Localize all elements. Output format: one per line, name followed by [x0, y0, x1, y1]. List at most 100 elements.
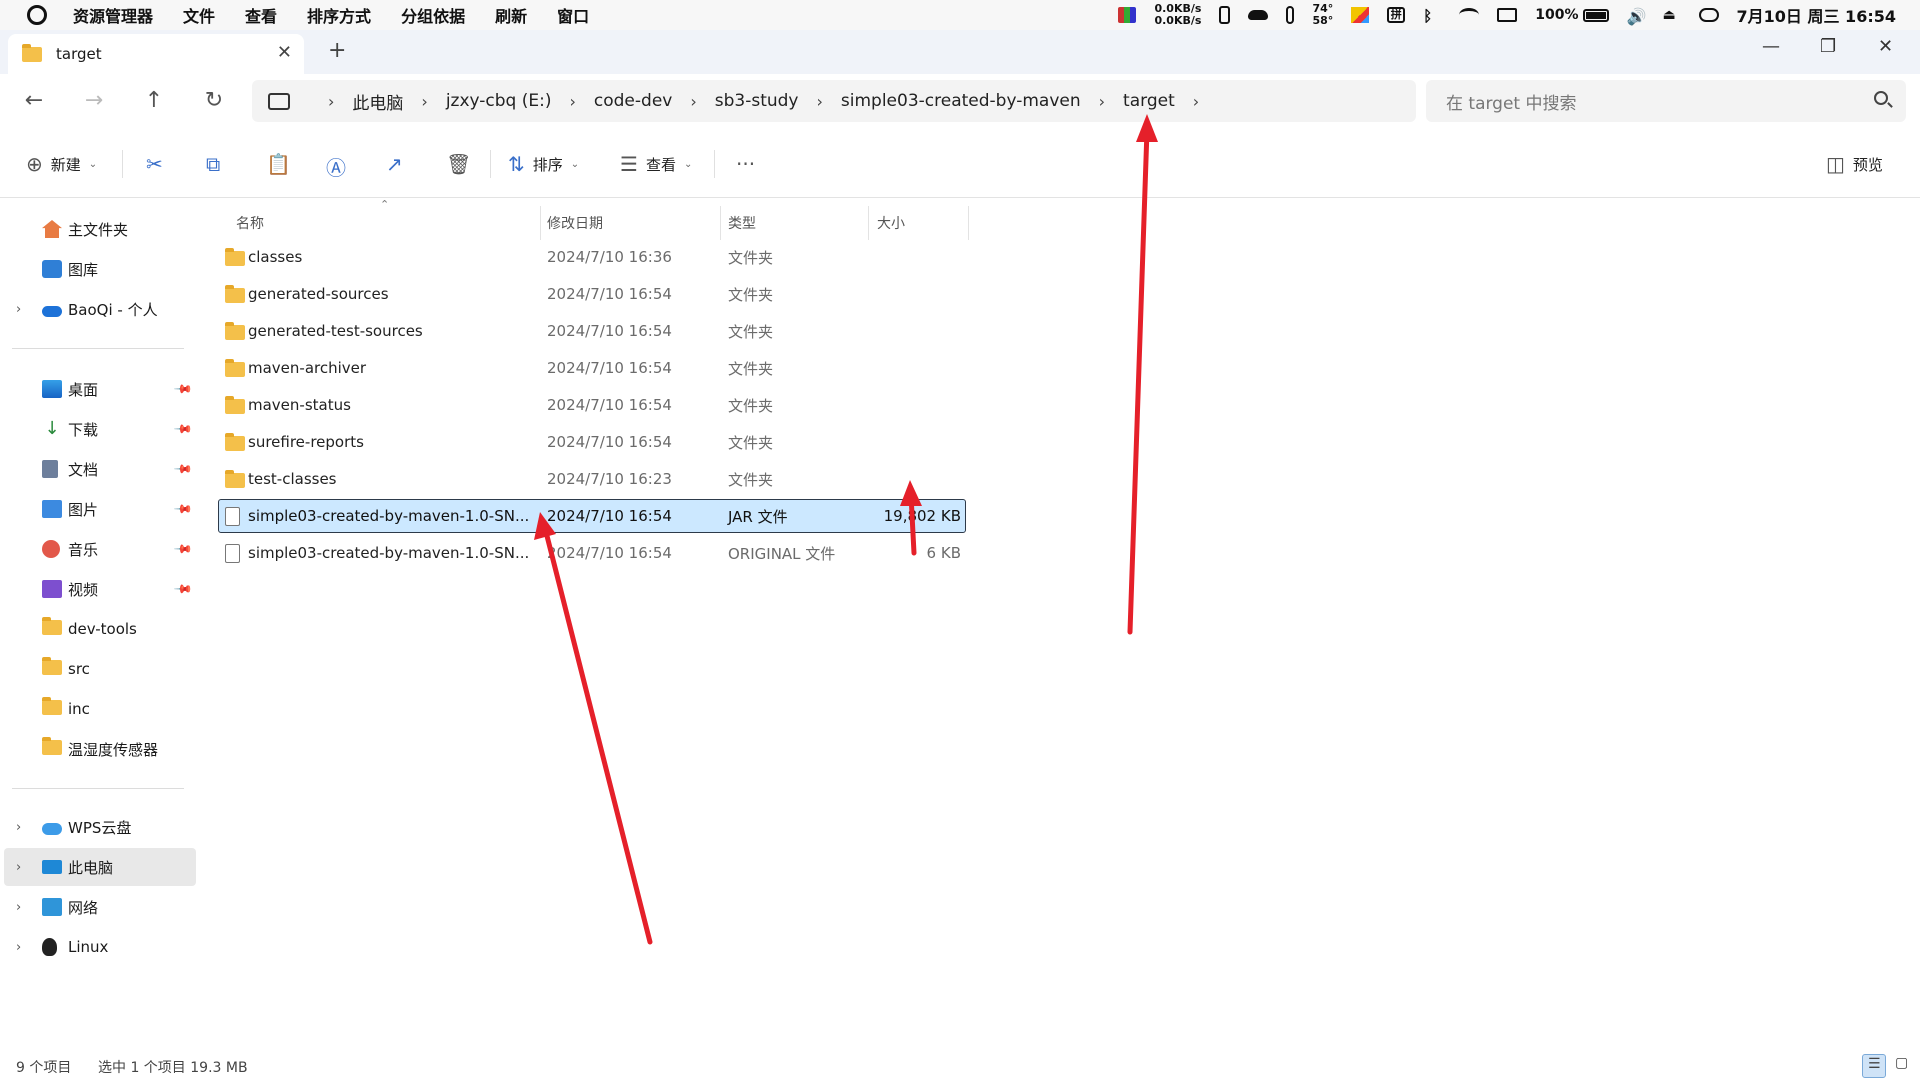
- preview-pane-button[interactable]: ◫ 预览: [1826, 152, 1883, 176]
- list-item-folder[interactable]: test-classes 2024/7/10 16:23 文件夹: [218, 462, 990, 496]
- sidebar-item-dev-tools[interactable]: dev-tools: [0, 610, 196, 648]
- breadcrumb-code-dev[interactable]: code-dev: [594, 91, 672, 111]
- sidebar-item-videos[interactable]: 视频 📌: [0, 570, 196, 608]
- sidebar-item-pictures[interactable]: 图片 📌: [0, 490, 196, 528]
- column-resize-handle[interactable]: [540, 206, 541, 240]
- tab-target[interactable]: target ✕: [8, 34, 304, 74]
- sidebar-item-home[interactable]: 主文件夹: [0, 210, 196, 248]
- list-item-folder[interactable]: maven-archiver 2024/7/10 16:54 文件夹: [218, 351, 990, 385]
- paste-button[interactable]: 📋: [266, 152, 291, 176]
- sidebar-item-music[interactable]: 音乐 📌: [0, 530, 196, 568]
- menu-file[interactable]: 文件: [183, 3, 215, 27]
- pin-icon[interactable]: 📌: [173, 539, 193, 559]
- menu-explorer[interactable]: 资源管理器: [73, 3, 153, 27]
- new-button[interactable]: ⊕ 新建 ⌄: [26, 152, 97, 176]
- minimize-button[interactable]: —: [1762, 36, 1780, 57]
- chevron-right-icon[interactable]: ›: [421, 92, 427, 111]
- menu-view[interactable]: 查看: [245, 3, 277, 27]
- chevron-right-icon[interactable]: ›: [817, 92, 823, 111]
- sort-button[interactable]: ⇅ 排序 ⌄: [508, 152, 579, 176]
- refresh-button[interactable]: ↻: [200, 88, 228, 113]
- sidebar-item-documents[interactable]: 文档 📌: [0, 450, 196, 488]
- sidebar-item-gallery[interactable]: 图库: [0, 250, 196, 288]
- more-options-button[interactable]: ···: [736, 152, 755, 176]
- pin-icon[interactable]: 📌: [173, 459, 193, 479]
- column-resize-handle[interactable]: [968, 206, 969, 240]
- chevron-right-icon[interactable]: ›: [16, 820, 21, 835]
- pin-icon[interactable]: 📌: [173, 579, 193, 599]
- thermometer-icon[interactable]: [1286, 6, 1295, 24]
- menu-sort[interactable]: 排序方式: [307, 3, 371, 27]
- cpu-monitor-icon[interactable]: [1118, 7, 1137, 23]
- share-button[interactable]: ↗: [386, 152, 403, 176]
- temperature-readout[interactable]: 74° 58°: [1312, 3, 1333, 27]
- wifi-icon[interactable]: [1459, 8, 1480, 22]
- details-view-button[interactable]: ☰: [1862, 1054, 1886, 1078]
- sidebar-item-onedrive[interactable]: › BaoQi - 个人: [0, 290, 196, 328]
- pin-icon[interactable]: 📌: [173, 499, 193, 519]
- search-input[interactable]: 在 target 中搜索: [1426, 80, 1906, 122]
- sidebar-item-downloads[interactable]: ↓ 下载 📌: [0, 410, 196, 448]
- battery-indicator[interactable]: 100%: [1535, 7, 1609, 23]
- close-tab-icon[interactable]: ✕: [277, 42, 292, 63]
- sidebar-item-src[interactable]: src: [0, 650, 196, 688]
- chevron-right-icon[interactable]: ›: [1193, 92, 1199, 111]
- rename-button[interactable]: Ⓐ: [326, 152, 346, 181]
- pin-icon[interactable]: 📌: [173, 379, 193, 399]
- column-header-name[interactable]: 名称: [236, 206, 264, 240]
- column-resize-handle[interactable]: [720, 206, 721, 240]
- back-button[interactable]: ←: [20, 88, 48, 113]
- address-bar[interactable]: › 此电脑 › jzxy-cbq (E:) › code-dev › sb3-s…: [252, 80, 1416, 122]
- sidebar-item-network[interactable]: › 网络: [0, 888, 196, 926]
- forward-button[interactable]: →: [80, 88, 108, 113]
- sidebar-item-inc[interactable]: inc: [0, 690, 196, 728]
- memory-icon[interactable]: [1219, 6, 1231, 24]
- cut-button[interactable]: ✂: [146, 152, 163, 176]
- chevron-right-icon[interactable]: ›: [569, 92, 575, 111]
- chevron-right-icon[interactable]: ›: [16, 900, 21, 915]
- breadcrumb-target[interactable]: target: [1123, 91, 1175, 111]
- color-picker-icon[interactable]: [1351, 7, 1370, 23]
- breadcrumb-sb3-study[interactable]: sb3-study: [715, 91, 799, 111]
- control-center-icon[interactable]: [1698, 8, 1719, 22]
- display-icon[interactable]: [1497, 8, 1518, 22]
- volume-icon[interactable]: 🔊: [1627, 7, 1647, 26]
- search-icon[interactable]: [1874, 91, 1888, 105]
- close-window-button[interactable]: ✕: [1878, 36, 1893, 57]
- column-header-type[interactable]: 类型: [728, 206, 756, 240]
- bluetooth-icon[interactable]: ᛒ: [1423, 7, 1441, 25]
- chevron-right-icon[interactable]: ›: [16, 940, 21, 955]
- list-item-folder[interactable]: classes 2024/7/10 16:36 文件夹: [218, 240, 990, 274]
- list-item-folder[interactable]: generated-test-sources 2024/7/10 16:54 文…: [218, 314, 990, 348]
- eject-icon[interactable]: ⏏: [1663, 7, 1681, 23]
- delete-button[interactable]: 🗑: [446, 152, 471, 176]
- new-tab-button[interactable]: +: [328, 38, 346, 63]
- docker-icon[interactable]: [1248, 10, 1269, 20]
- pin-icon[interactable]: 📌: [173, 419, 193, 439]
- breadcrumb-this-pc[interactable]: 此电脑: [352, 89, 403, 114]
- list-item-folder[interactable]: maven-status 2024/7/10 16:54 文件夹: [218, 388, 990, 422]
- list-item-folder[interactable]: surefire-reports 2024/7/10 16:54 文件夹: [218, 425, 990, 459]
- sidebar-item-desktop[interactable]: 桌面 📌: [0, 370, 196, 408]
- sidebar-item-sensor[interactable]: 温湿度传感器: [0, 730, 196, 768]
- breadcrumb-project[interactable]: simple03-created-by-maven: [841, 91, 1081, 111]
- chevron-right-icon[interactable]: ›: [328, 92, 334, 111]
- copy-button[interactable]: ⧉: [206, 152, 220, 176]
- column-resize-handle[interactable]: [868, 206, 869, 240]
- menu-group[interactable]: 分组依据: [401, 3, 465, 27]
- breadcrumb-drive[interactable]: jzxy-cbq (E:): [446, 91, 552, 111]
- network-speed[interactable]: 0.0KB/s 0.0KB/s: [1154, 3, 1201, 27]
- restore-button[interactable]: ❐: [1820, 36, 1836, 57]
- list-item-original-file[interactable]: simple03-created-by-maven-1.0-SN... 2024…: [218, 536, 966, 570]
- view-button[interactable]: ☰ 查看 ⌄: [620, 152, 692, 176]
- column-header-date[interactable]: 修改日期: [547, 206, 603, 240]
- column-header-size[interactable]: 大小: [877, 206, 905, 240]
- chevron-right-icon[interactable]: ›: [1099, 92, 1105, 111]
- list-item-folder[interactable]: generated-sources 2024/7/10 16:54 文件夹: [218, 277, 990, 311]
- sidebar-item-wps-cloud[interactable]: › WPS云盘: [0, 808, 196, 846]
- chevron-right-icon[interactable]: ›: [16, 302, 21, 317]
- clock[interactable]: 7月10日 周三 16:54: [1737, 3, 1896, 27]
- list-item-jar-file[interactable]: simple03-created-by-maven-1.0-SN... 2024…: [218, 499, 966, 533]
- menu-window[interactable]: 窗口: [557, 3, 589, 27]
- tiles-view-button[interactable]: ▢: [1890, 1054, 1914, 1078]
